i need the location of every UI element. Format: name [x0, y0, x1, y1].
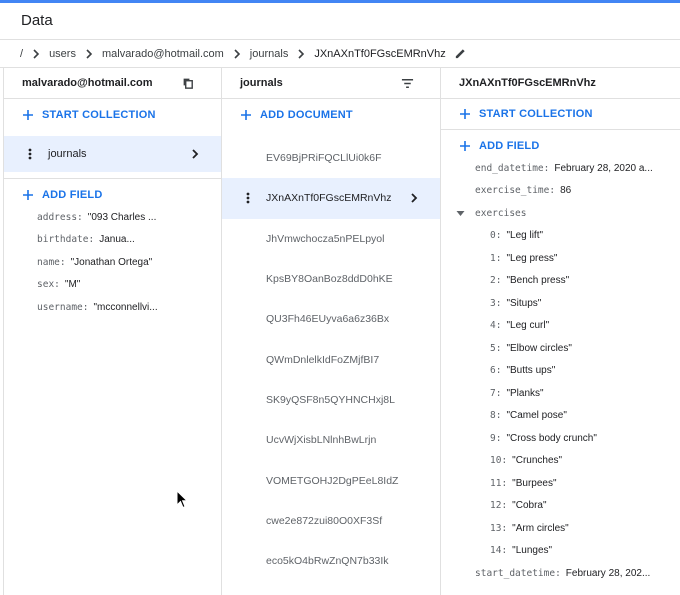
array-item[interactable]: 12: "Cobra" [490, 495, 680, 518]
document-item-selected[interactable]: JXnAXnTf0FGscEMRnVhz [222, 178, 440, 219]
array-item[interactable]: 9: "Cross body crunch" [490, 427, 680, 450]
breadcrumb-user[interactable]: malvarado@hotmail.com [102, 48, 224, 60]
breadcrumb-journals[interactable]: journals [250, 48, 289, 60]
document-item[interactable]: SK9yQSF8n5QYHNCHxj8L [222, 380, 440, 420]
breadcrumb-document: JXnAXnTf0FGscEMRnVhz [314, 47, 446, 60]
document-item[interactable]: QWmDnlelkIdFoZMjfBI7 [222, 339, 440, 379]
field-list: address: "093 Charles ... birthdate: Janua… [4, 206, 221, 319]
array-item[interactable]: 10: "Crunches" [490, 450, 680, 473]
panel-header: journals [222, 68, 440, 99]
more-vert-icon[interactable] [246, 192, 250, 204]
plus-icon [460, 109, 470, 119]
panel-header: malvarado@hotmail.com [4, 68, 221, 99]
plus-icon [23, 109, 33, 120]
chevron-right-icon [86, 48, 93, 59]
chevron-right-icon [192, 149, 199, 159]
exercises-array-cont: 10: "Crunches" 11: "Burpees" 12: "Cobra" 13… [441, 450, 680, 563]
journals-collection-panel: journals ADD DOCUMENT EV69BjPRiFQCLlUi0k… [222, 68, 441, 595]
array-item[interactable]: 11: "Burpees" [490, 472, 680, 495]
field-list: start_datetime: February 28, 202... [441, 562, 680, 585]
panel-header: JXnAXnTf0FGscEMRnVhz [441, 68, 680, 99]
field-row-exercises[interactable]: exercises [441, 202, 680, 225]
field-row[interactable]: address: "093 Charles ... [37, 206, 221, 229]
chevron-right-icon [298, 48, 305, 59]
array-item[interactable]: 14: "Lunges" [490, 540, 680, 563]
document-item[interactable]: EV69BjPRiFQCLlUi0k6F [222, 138, 440, 178]
document-item[interactable]: eco5kO4bRwZnQN7b33Ik [222, 541, 440, 581]
filter-icon[interactable] [401, 77, 414, 90]
panel-title: journals [240, 77, 283, 89]
field-row[interactable]: username: "mcconnellvi... [37, 296, 221, 319]
field-row[interactable]: sex: "M" [37, 274, 221, 297]
document-item[interactable]: JhVmwchocza5nPELpyol [222, 219, 440, 259]
array-item[interactable]: 8: "Camel pose" [490, 405, 680, 428]
array-item[interactable]: 2: "Bench press" [490, 270, 680, 293]
array-item[interactable]: 3: "Situps" [490, 292, 680, 315]
breadcrumb-users[interactable]: users [49, 48, 76, 60]
edit-path-icon[interactable] [454, 47, 467, 60]
more-vert-icon[interactable] [28, 148, 32, 160]
plus-icon [460, 140, 470, 151]
panel-title: JXnAXnTf0FGscEMRnVhz [459, 77, 596, 89]
breadcrumb-root[interactable]: / [20, 48, 23, 60]
document-item[interactable]: UcvWjXisbLNlnhBwLrjn [222, 420, 440, 460]
document-item[interactable]: VOMETGOHJ2DgPEeL8IdZ [222, 460, 440, 500]
array-item[interactable]: 7: "Planks" [490, 382, 680, 405]
chevron-right-icon [33, 48, 40, 59]
exercises-array: 0: "Leg lift" 1: "Leg press" 2: "Bench pres… [441, 225, 680, 450]
chevron-right-icon [411, 193, 418, 203]
field-list: end_datetime: February 28, 2020 a... exer… [441, 157, 680, 202]
document-item[interactable]: cwe2e872zui80O0XF3Sf [222, 501, 440, 541]
breadcrumb: / users malvarado@hotmail.com journals J… [0, 40, 680, 68]
user-document-panel: malvarado@hotmail.com START COLLECTION j… [3, 68, 222, 595]
add-document-button[interactable]: ADD DOCUMENT [222, 99, 440, 130]
document-item[interactable]: KpsBY8OanBoz8ddD0hKE [222, 259, 440, 299]
plus-icon [23, 189, 33, 200]
document-list: EV69BjPRiFQCLlUi0k6F JXnAXnTf0FGscEMRnVh… [222, 138, 440, 581]
field-row[interactable]: birthdate: Janua... [37, 229, 221, 252]
page-title: Data [21, 12, 53, 29]
array-item[interactable]: 6: "Butts ups" [490, 360, 680, 383]
array-item[interactable]: 0: "Leg lift" [490, 225, 680, 248]
field-row[interactable]: end_datetime: February 28, 2020 a... [475, 157, 680, 180]
array-item[interactable]: 5: "Elbow circles" [490, 337, 680, 360]
mouse-cursor-icon [176, 490, 188, 509]
page-header: Data [0, 3, 680, 40]
field-row[interactable]: exercise_time: 86 [475, 180, 680, 203]
journal-document-panel: JXnAXnTf0FGscEMRnVhz START COLLECTION AD… [441, 68, 680, 595]
chevron-right-icon [234, 48, 240, 59]
collection-label: journals [48, 148, 87, 160]
start-collection-button[interactable]: START COLLECTION [441, 99, 680, 130]
document-item[interactable]: QU3Fh46EUyva6a6z36Bx [222, 299, 440, 339]
start-collection-button[interactable]: START COLLECTION [4, 99, 221, 130]
array-item[interactable]: 13: "Arm circles" [490, 517, 680, 540]
array-item[interactable]: 4: "Leg curl" [490, 315, 680, 338]
field-row[interactable]: start_datetime: February 28, 202... [475, 562, 680, 585]
expand-arrow-icon[interactable] [456, 209, 465, 218]
collection-item-journals[interactable]: journals [4, 136, 221, 172]
copy-icon[interactable] [182, 77, 195, 90]
plus-icon [241, 109, 251, 120]
field-row[interactable]: name: "Jonathan Ortega" [37, 251, 221, 274]
array-item[interactable]: 1: "Leg press" [490, 247, 680, 270]
panel-title: malvarado@hotmail.com [22, 77, 153, 89]
